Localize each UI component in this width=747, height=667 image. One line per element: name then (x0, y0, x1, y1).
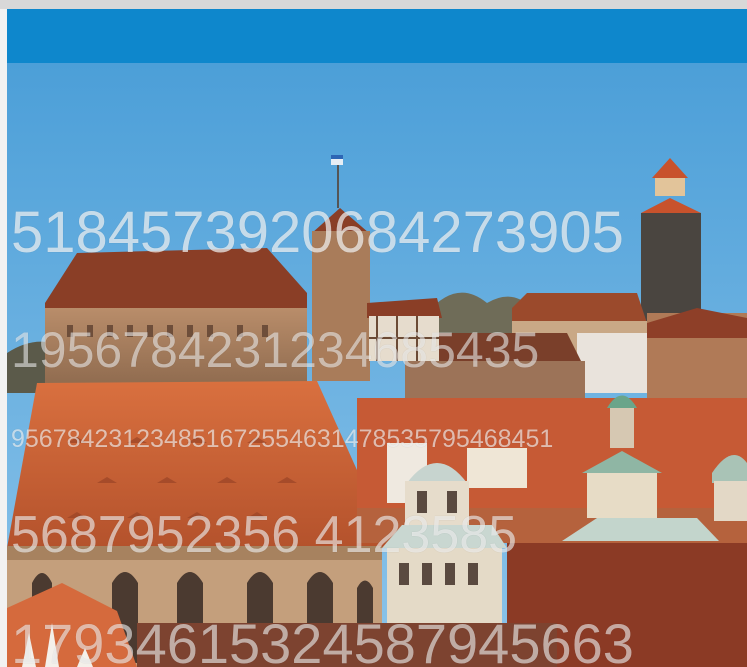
watermark-digits-1: 5184573920684273905 (11, 200, 624, 265)
watermark-digits-5: 17934615324587945663 (11, 612, 634, 667)
watermark-digits-4: 5687952356 4123585 (11, 506, 518, 564)
castle-photo: 5184573920684273905 1956784231234685435 … (7, 63, 747, 667)
top-strip (0, 0, 747, 9)
left-edge (0, 9, 7, 667)
header-banner (7, 9, 747, 63)
watermark-digits-2: 1956784231234685435 (11, 322, 540, 378)
watermark-digits-3: 956784231234851672554631478535795468451 (11, 425, 554, 453)
